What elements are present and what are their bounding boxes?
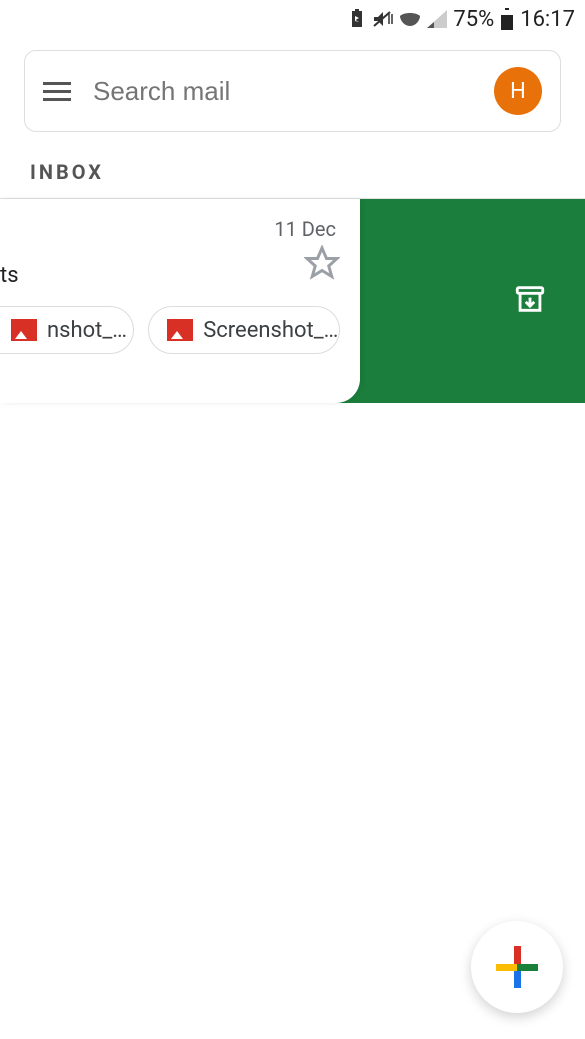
star-icon[interactable] (304, 245, 340, 285)
cellular-signal-icon (427, 10, 447, 28)
avatar-initial: H (510, 79, 526, 104)
search-bar[interactable]: H (24, 50, 561, 132)
archive-icon (513, 282, 547, 320)
battery-percent: 75% (453, 7, 494, 32)
clock: 16:17 (520, 7, 575, 32)
attachment-chip[interactable]: Screenshot_… (148, 306, 340, 354)
email-subject: ts (0, 263, 19, 288)
email-item[interactable]: 11 Dec ts nshot_… Screenshot_… (0, 198, 585, 403)
section-label: INBOX (30, 160, 585, 184)
battery-saver-icon (349, 9, 365, 29)
image-icon (167, 319, 193, 341)
attachment-chip[interactable]: nshot_… (0, 306, 134, 354)
silent-vibrate-icon (371, 9, 393, 29)
wifi-icon (399, 10, 421, 28)
attachment-label: nshot_… (47, 318, 127, 343)
search-input[interactable] (93, 76, 472, 107)
email-card[interactable]: 11 Dec ts nshot_… Screenshot_… (0, 199, 360, 403)
plus-icon (496, 946, 538, 988)
image-icon (11, 319, 37, 341)
menu-icon[interactable] (43, 82, 71, 101)
attachments: nshot_… Screenshot_… (0, 306, 340, 354)
avatar[interactable]: H (494, 67, 542, 115)
compose-fab[interactable] (471, 921, 563, 1013)
attachment-label: Screenshot_… (203, 318, 338, 343)
email-date: 11 Dec (274, 217, 336, 241)
battery-icon (500, 8, 514, 30)
status-bar: 75% 16:17 (0, 0, 585, 38)
